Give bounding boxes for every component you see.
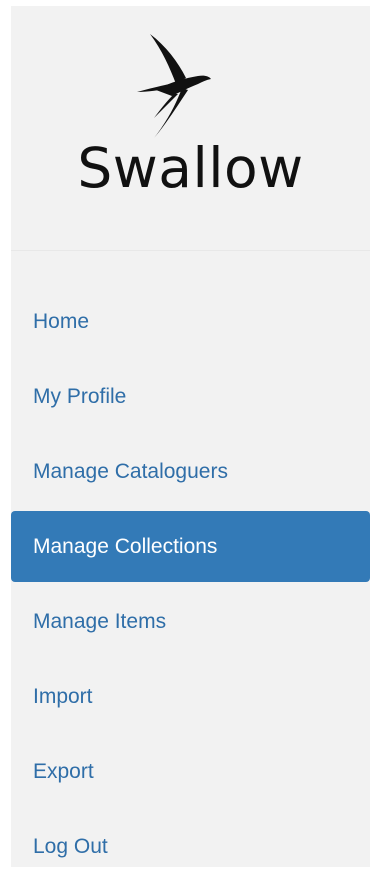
nav-link-manage-cataloguers[interactable]: Manage Cataloguers [11,436,370,507]
nav-link-manage-items[interactable]: Manage Items [11,586,370,657]
logo[interactable]: Swallow [11,6,370,250]
nav-link-log-out[interactable]: Log Out [11,811,370,882]
nav-link-home[interactable]: Home [11,286,370,357]
swallow-bird-icon [137,34,211,138]
nav-item-import: Import [11,661,370,736]
divider [11,250,370,251]
nav-item-home: Home [11,286,370,361]
nav-link-import[interactable]: Import [11,661,370,732]
sidebar: Swallow Home My Profile Manage Catalogue… [11,6,370,867]
nav-link-my-profile[interactable]: My Profile [11,361,370,432]
nav-item-manage-collections: Manage Collections [11,511,370,586]
brand-name: Swallow [77,136,304,200]
nav-link-export[interactable]: Export [11,736,370,807]
nav-item-log-out: Log Out [11,811,370,886]
nav-item-manage-cataloguers: Manage Cataloguers [11,436,370,511]
nav-item-my-profile: My Profile [11,361,370,436]
sidebar-nav: Home My Profile Manage Cataloguers Manag… [11,286,370,886]
nav-item-export: Export [11,736,370,811]
nav-item-manage-items: Manage Items [11,586,370,661]
nav-link-manage-collections[interactable]: Manage Collections [11,511,370,582]
